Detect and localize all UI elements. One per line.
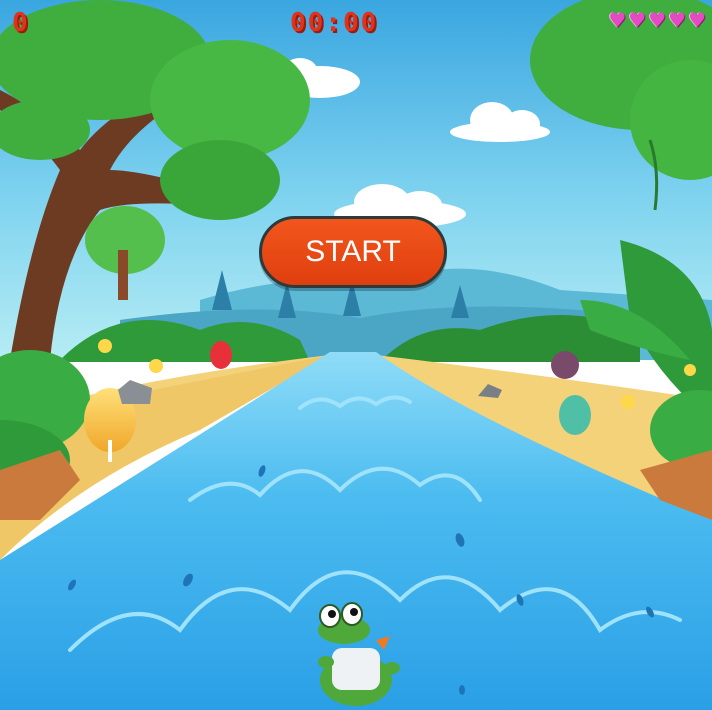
lives-hearts: ♥ ♥ ♥ ♥ ♥ xyxy=(608,10,706,30)
heart-icon: ♥ xyxy=(608,8,627,32)
score-display: 0 xyxy=(12,8,30,38)
red-egg xyxy=(210,341,232,369)
start-button[interactable]: START xyxy=(259,216,447,288)
teal-egg xyxy=(559,395,591,435)
heart-icon: ♥ xyxy=(648,8,667,32)
heart-icon: ♥ xyxy=(668,8,687,32)
heart-icon: ♥ xyxy=(628,8,647,32)
timer-display: 00:00 xyxy=(290,8,379,38)
purple-egg xyxy=(551,351,579,379)
heart-icon: ♥ xyxy=(688,8,706,32)
game-stage: 0 00:00 ♥ ♥ ♥ ♥ ♥ START xyxy=(0,0,712,710)
river-scene xyxy=(0,0,712,710)
